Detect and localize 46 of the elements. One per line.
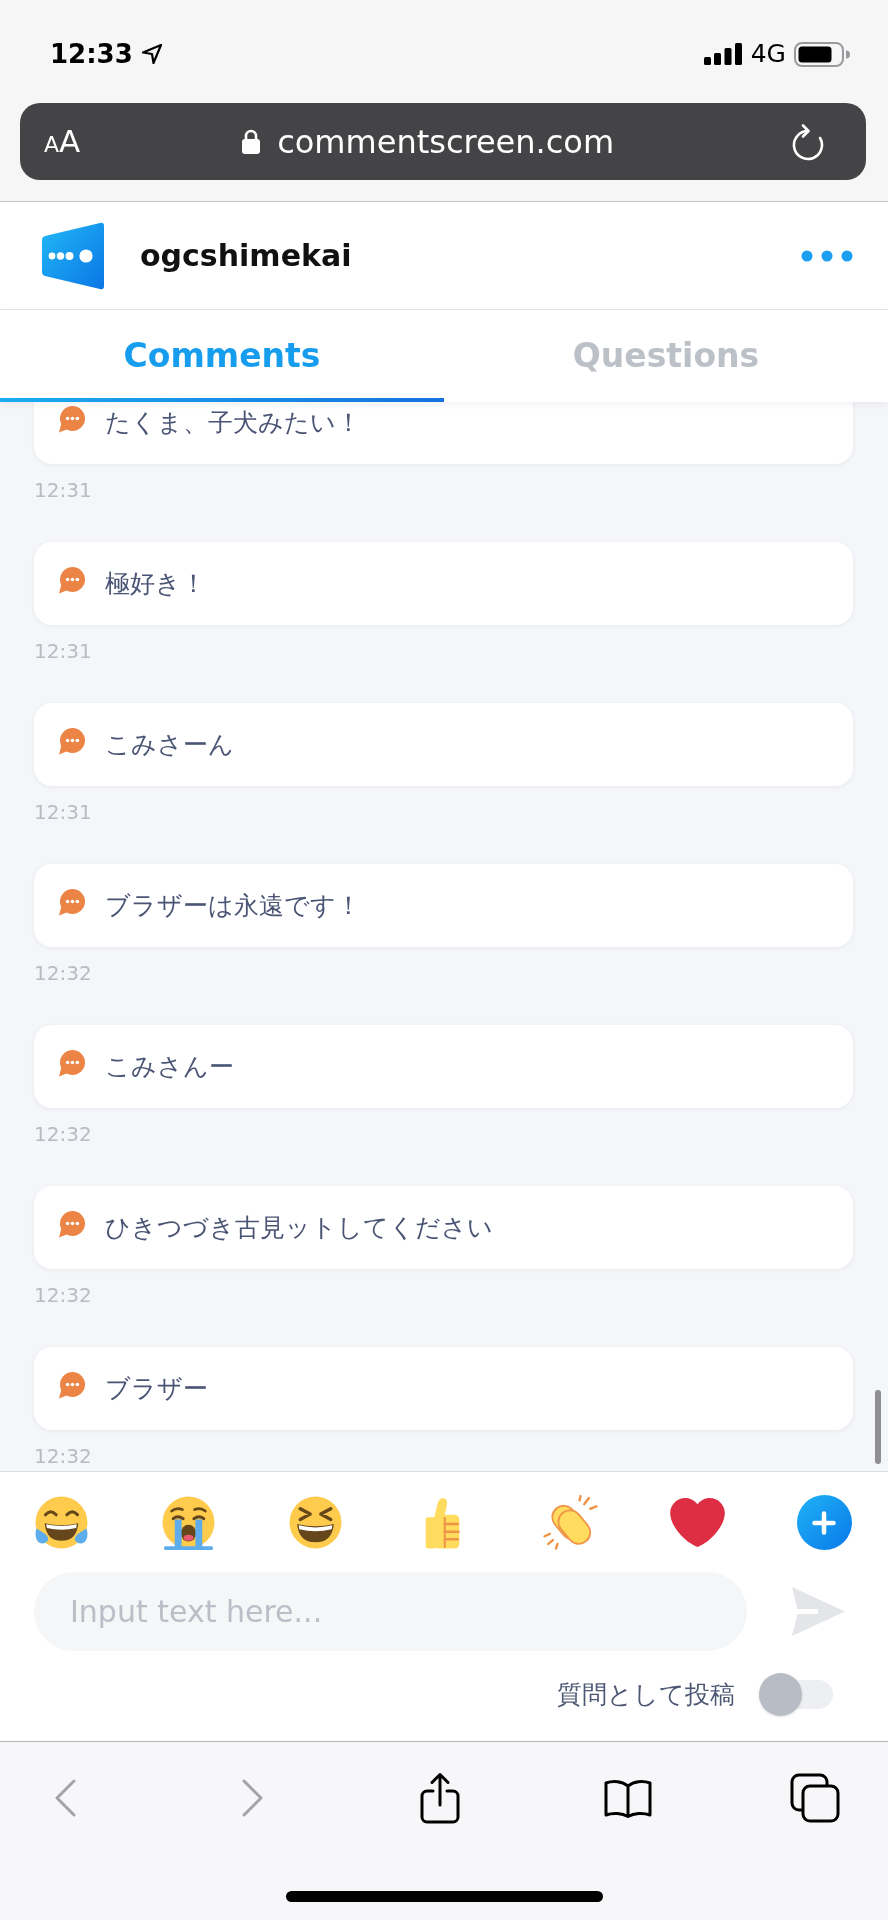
status-time: 12:33: [50, 39, 133, 69]
comment-time: 12:32: [34, 1122, 92, 1146]
comment-text: たくま、子犬みたい！: [105, 407, 361, 438]
location-arrow-icon: [140, 43, 163, 65]
url-text: commentscreen.com: [277, 121, 615, 162]
reload-icon[interactable]: [791, 122, 825, 161]
comment-text: こみさんー: [105, 1051, 234, 1082]
comment-icon: [58, 406, 85, 433]
comment-icon: [58, 567, 85, 594]
grinning-squinting-face-icon[interactable]: [288, 1495, 344, 1550]
comment-icon: [58, 728, 85, 755]
comment-text: こみさーん: [105, 729, 234, 760]
comment-time: 12:32: [34, 1283, 92, 1307]
tabs-icon[interactable]: [790, 1773, 840, 1823]
comment-icon: [58, 889, 85, 916]
comment-text: 極好き！: [105, 568, 206, 599]
lock-icon: [241, 128, 262, 155]
comment-time: 12:31: [34, 478, 92, 502]
message-input[interactable]: Input text here...: [34, 1572, 747, 1651]
comment-text: ブラザー: [105, 1373, 208, 1404]
comment-time: 12:32: [34, 1444, 92, 1468]
battery-icon: [794, 41, 850, 67]
comment-text: ひきつづき古見ットしてください: [105, 1212, 493, 1243]
text-size-button[interactable]: AA: [44, 126, 81, 157]
laughing-tears-icon[interactable]: [34, 1495, 89, 1550]
toggle-switch[interactable]: [759, 1673, 833, 1716]
more-icon[interactable]: [801, 249, 853, 262]
comment-icon: [58, 1372, 85, 1399]
comment-time: 12:31: [34, 800, 92, 824]
book-icon[interactable]: [603, 1778, 652, 1818]
crying-face-icon[interactable]: [161, 1495, 217, 1550]
heart-icon[interactable]: [669, 1495, 725, 1550]
app-logo-icon: [42, 221, 104, 290]
plus-icon: [812, 1510, 837, 1535]
post-as-question-label: 質問として投稿: [557, 1679, 735, 1710]
comment-time: 12:32: [34, 961, 92, 985]
comment-text: ブラザーは永遠です！: [105, 890, 361, 921]
comment-time: 12:31: [34, 639, 92, 663]
address-bar[interactable]: AA commentscreen.com: [20, 103, 866, 180]
signal-icon: [703, 43, 742, 65]
add-reaction-button[interactable]: [796, 1495, 852, 1550]
comment-icon: [58, 1050, 85, 1077]
share-icon[interactable]: [419, 1772, 461, 1824]
room-title: ogcshimekai: [140, 237, 352, 274]
comment-icon: [58, 1211, 85, 1238]
network-label: 4G: [750, 39, 786, 69]
